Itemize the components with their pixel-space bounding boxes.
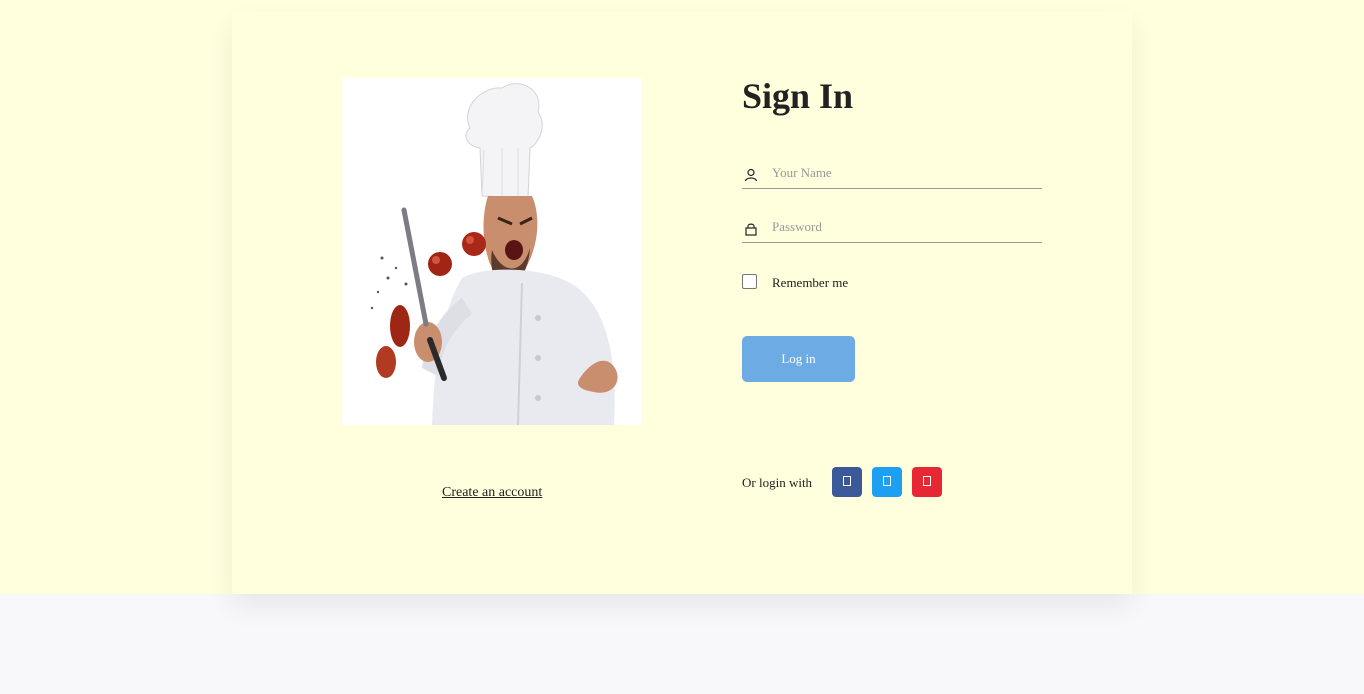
google-login-button[interactable] [912,467,942,497]
password-field [742,210,1042,243]
chef-illustration [342,78,642,425]
twitter-icon [883,476,891,486]
user-icon [744,167,758,182]
chef-image [342,78,642,425]
password-input[interactable] [772,216,1034,238]
signin-card: Create an account Sign In Remember me Lo… [232,12,1132,594]
google-icon [923,476,931,486]
name-field [742,156,1042,189]
social-login-label: Or login with [742,475,813,490]
lock-icon [744,221,758,236]
twitter-login-button[interactable] [872,467,902,497]
create-account-link[interactable]: Create an account [442,485,542,501]
facebook-icon [843,476,851,486]
facebook-login-button[interactable] [832,467,862,497]
login-button[interactable]: Log in [742,336,855,382]
remember-me-label[interactable]: Remember me [772,275,848,291]
name-input[interactable] [772,162,1034,184]
page-title: Sign In [742,76,854,116]
remember-me-checkbox[interactable] [742,274,757,289]
